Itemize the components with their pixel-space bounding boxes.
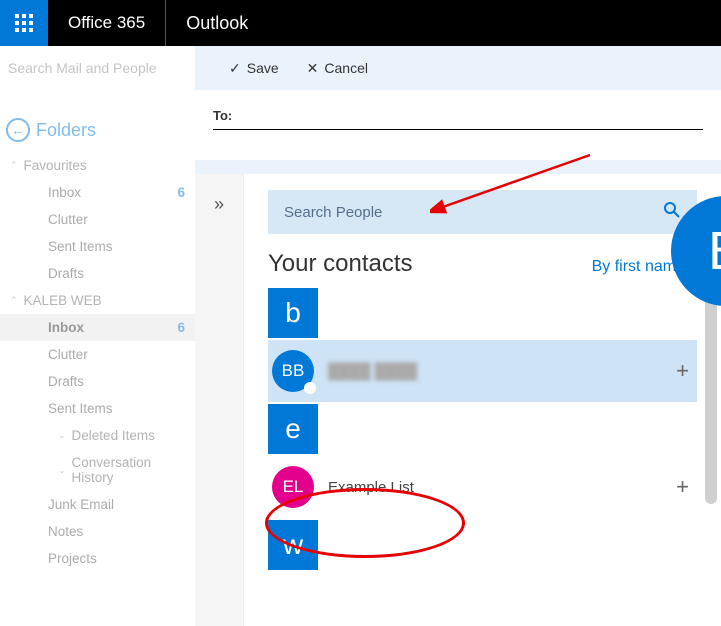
app-name-label: Outlook [166,0,268,46]
main-content: ✓ Save ✕ Cancel To: » Search People [195,46,721,626]
to-label: To: [213,108,232,123]
cancel-button[interactable]: ✕ Cancel [307,60,368,77]
close-icon: ✕ [307,60,319,77]
folder-tree: ⌃ Favourites Inbox 6 Clutter Sent Items … [0,152,195,572]
contacts-title: Your contacts [268,250,413,278]
compose-area: To: [195,90,721,160]
people-picker-panel: » Search People Your contacts By first n… [195,174,721,626]
save-button[interactable]: ✓ Save [229,60,279,77]
letter-tile-e[interactable]: e [268,404,318,454]
folder-item-drafts[interactable]: Drafts [0,260,195,287]
expand-icon: » [214,194,224,214]
letter-tile-w[interactable]: w [268,520,318,570]
brand-label[interactable]: Office 365 [48,0,166,46]
folder-group-kaleb[interactable]: ⌃ KALEB WEB [0,287,195,314]
contact-name: Example List [328,479,662,496]
status-indicator [304,382,316,394]
action-bar: ✓ Save ✕ Cancel [195,46,721,90]
chevron-up-icon: ⌃ [10,160,18,171]
folder-item-clutter[interactable]: Clutter [0,206,195,233]
waffle-icon [15,14,33,32]
avatar: EL [272,466,314,508]
chevron-down-icon: ⌄ [58,430,66,441]
search-input[interactable]: Search Mail and People [0,46,195,90]
folders-title: Folders [36,120,96,141]
search-placeholder: Search Mail and People [8,60,157,76]
add-contact-button[interactable]: + [676,358,689,384]
app-launcher-button[interactable] [0,0,48,46]
expand-gutter[interactable]: » [195,174,244,626]
avatar: BB [272,350,314,392]
search-people-placeholder: Search People [284,204,382,221]
contact-row[interactable]: BB ████ ████ + [268,340,697,402]
chevron-down-icon: ⌄ [58,465,66,476]
scrollbar[interactable] [705,294,717,504]
folders-header[interactable]: ← Folders [0,90,195,152]
folder-item-sent[interactable]: Sent Items [0,233,195,260]
folder-item-inbox[interactable]: Inbox 6 [0,179,195,206]
folder-item-inbox[interactable]: Inbox 6 [0,314,195,341]
contact-row[interactable]: EL Example List + [268,456,697,518]
search-people-input[interactable]: Search People [268,190,697,234]
folder-group-favourites[interactable]: ⌃ Favourites [0,152,195,179]
folder-item-drafts[interactable]: Drafts [0,368,195,395]
back-icon[interactable]: ← [6,118,30,142]
folder-item-sent[interactable]: Sent Items [0,395,195,422]
left-sidebar: Search Mail and People ← Folders ⌃ Favou… [0,46,195,626]
folder-item-notes[interactable]: Notes [0,518,195,545]
chevron-up-icon: ⌃ [10,295,18,306]
folder-item-conversation-history[interactable]: ⌄ Conversation History [28,449,195,491]
folder-item-projects[interactable]: Projects [0,545,195,572]
top-bar: Office 365 Outlook [0,0,721,46]
folder-item-deleted[interactable]: ⌄ Deleted Items [28,422,195,449]
to-field[interactable]: To: [213,108,703,130]
add-contact-button[interactable]: + [676,474,689,500]
search-icon [663,201,681,223]
contact-name: ████ ████ [328,363,662,380]
check-icon: ✓ [229,60,241,77]
folder-item-clutter[interactable]: Clutter [0,341,195,368]
letter-tile-b[interactable]: b [268,288,318,338]
folder-item-junk[interactable]: Junk Email [0,491,195,518]
